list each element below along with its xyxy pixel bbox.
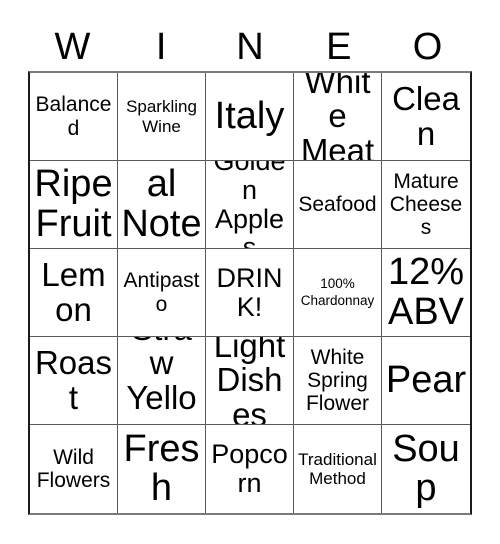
bingo-cell[interactable]: Roast [30, 337, 118, 425]
bingo-cell[interactable]: 100% Chardonnay [294, 249, 382, 337]
bingo-cell-label: Ripe Fruit [34, 163, 113, 245]
bingo-cell-label: Roast [34, 344, 113, 416]
bingo-cell-label: White Spring Flower [305, 345, 369, 416]
bingo-cell-label: 100% Chardonnay [300, 276, 375, 308]
bingo-cell-label: Floral Notes [121, 161, 202, 248]
bingo-cell-label: Light Dishes [213, 337, 286, 425]
bingo-cell[interactable]: Popcorn [206, 425, 294, 513]
bingo-cell-label: Balanced [35, 93, 112, 140]
bingo-cell-label: Clean [392, 80, 460, 152]
bingo-cell[interactable]: Seafood [294, 161, 382, 249]
bingo-cell-label: Popcorn [211, 439, 288, 498]
bingo-cell[interactable]: Light Dishes [206, 337, 294, 425]
bingo-cell[interactable]: Soup [382, 425, 470, 513]
bingo-cell-label: Wild Flowers [36, 445, 111, 492]
header-letter-4: E [326, 25, 352, 68]
bingo-cell[interactable]: Floral Notes [118, 161, 206, 249]
bingo-cell-label: White Meat [300, 73, 375, 161]
bingo-cell-free[interactable]: DRINK! [206, 249, 294, 337]
bingo-cell-label: Traditional Method [298, 449, 377, 488]
bingo-cell[interactable]: Golden Apples [206, 161, 294, 249]
bingo-cell[interactable]: Traditional Method [294, 425, 382, 513]
bingo-cell[interactable]: Italy [206, 73, 294, 161]
bingo-cell[interactable]: White Spring Flower [294, 337, 382, 425]
bingo-cell-label: Antipasto [123, 269, 200, 316]
header-letter-1: W [54, 25, 91, 68]
bingo-grid: Balanced Sparkling Wine Italy White Meat… [28, 71, 472, 515]
bingo-cell[interactable]: Balanced [30, 73, 118, 161]
bingo-cell[interactable]: Antipasto [118, 249, 206, 337]
bingo-cell-label: Lemon [41, 256, 106, 328]
bingo-cell-label: DRINK! [216, 262, 283, 322]
header-letter-5: O [412, 25, 443, 68]
bingo-cell[interactable]: Mature Cheeses [382, 161, 470, 249]
bingo-cell-label: Soup [392, 427, 460, 509]
bingo-cell[interactable]: Sparkling Wine [118, 73, 206, 161]
bingo-cell-label: Sparkling Wine [126, 97, 197, 136]
bingo-cell[interactable]: Straw Yellow [118, 337, 206, 425]
bingo-cell-label: Italy [214, 94, 285, 137]
bingo-cell[interactable]: Fresh [118, 425, 206, 513]
bingo-header: W I N E O [28, 22, 472, 71]
header-letter-2: I [155, 25, 167, 68]
bingo-cell-label: Seafood [298, 192, 377, 216]
bingo-cell-label: Straw Yellow [126, 337, 197, 424]
bingo-cell[interactable]: Lemon [30, 249, 118, 337]
bingo-cell-label: Mature Cheeses [389, 169, 463, 240]
bingo-cell[interactable]: Pear [382, 337, 470, 425]
bingo-cell[interactable]: Clean [382, 73, 470, 161]
bingo-cell-label: Pear [385, 358, 467, 401]
bingo-cell[interactable]: 12% ABV [382, 249, 470, 337]
bingo-cell[interactable]: White Meat [294, 73, 382, 161]
header-letter-3: N [236, 25, 264, 68]
bingo-cell-label: 12% ABV [387, 251, 465, 333]
bingo-cell-label: Golden Apples [213, 161, 286, 249]
bingo-card: W I N E O Balanced Sparkling Wine Italy … [0, 0, 500, 544]
bingo-cell-label: Fresh [123, 427, 200, 509]
bingo-cell[interactable]: Wild Flowers [30, 425, 118, 513]
bingo-cell[interactable]: Ripe Fruit [30, 161, 118, 249]
